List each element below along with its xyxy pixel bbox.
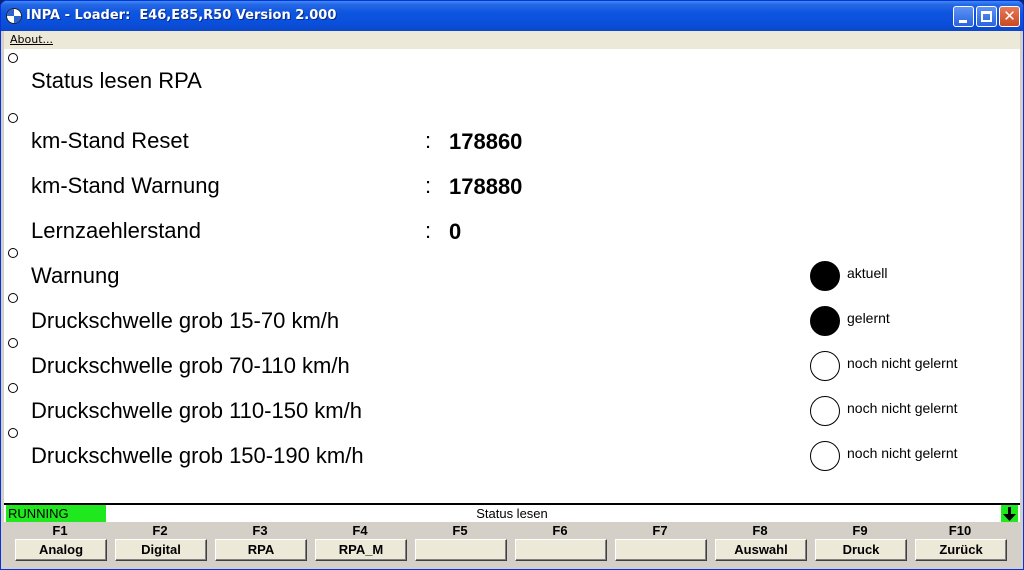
status-lamp-15-70	[810, 306, 840, 336]
fkey-label-f3: F3	[252, 523, 268, 538]
fkey-label-f4: F4	[352, 523, 368, 538]
window-title: INPA - Loader: E46,E85,R50 Version 2.000	[26, 8, 337, 23]
fkey-button-rpa-m[interactable]: RPA_M	[315, 539, 407, 561]
fkey-button-analog[interactable]: Analog	[15, 539, 107, 561]
main-content: Status lesen RPA km-Stand Reset : 178860…	[4, 49, 1020, 503]
indicator-status-70-110: noch nicht gelernt	[847, 355, 958, 371]
row-marker	[8, 53, 18, 63]
indicator-label-warnung: Warnung	[31, 263, 120, 288]
title-bar[interactable]: INPA - Loader: E46,E85,R50 Version 2.000…	[1, 1, 1023, 31]
status-lamp-110-150	[810, 396, 840, 426]
indicator-label-70-110: Druckschwelle grob 70-110 km/h	[31, 353, 350, 378]
fkey-label-f7: F7	[652, 523, 668, 538]
arrow-down-icon	[1003, 507, 1016, 521]
close-icon: ✕	[1003, 7, 1016, 25]
close-button[interactable]: ✕	[999, 6, 1020, 27]
fkey-button-f5[interactable]	[415, 539, 507, 561]
fkey-button-auswahl[interactable]: Auswahl	[715, 539, 807, 561]
function-key-bar: F1 Analog F2 Digital F3 RPA F4 RPA_M F5 …	[4, 522, 1020, 568]
menu-bar: About...	[4, 31, 1020, 49]
value-label-learn-counter: Lernzaehlerstand	[31, 218, 202, 243]
row-marker	[8, 113, 18, 123]
indicator-label-15-70: Druckschwelle grob 15-70 km/h	[31, 308, 340, 333]
fkey-button-zurueck[interactable]: Zurück	[915, 539, 1007, 561]
maximize-button[interactable]	[976, 6, 997, 27]
minimize-button[interactable]	[953, 6, 974, 27]
minimize-icon	[959, 20, 967, 23]
indicator-label-110-150: Druckschwelle grob 110-150 km/h	[31, 398, 362, 423]
value-label-km-reset: km-Stand Reset	[31, 128, 189, 153]
indicator-label-150-190: Druckschwelle grob 150-190 km/h	[31, 443, 364, 468]
maximize-icon	[981, 11, 992, 22]
inpa-window: INPA - Loader: E46,E85,R50 Version 2.000…	[0, 0, 1024, 570]
fkey-label-f1: F1	[52, 523, 68, 538]
fkey-label-f10: F10	[948, 523, 972, 538]
indicator-status-150-190: noch nicht gelernt	[847, 445, 958, 461]
scroll-down-button[interactable]	[1001, 505, 1018, 523]
colon-separator: :	[425, 128, 432, 153]
fkey-label-f6: F6	[552, 523, 568, 538]
fkey-button-digital[interactable]: Digital	[115, 539, 207, 561]
row-marker	[8, 338, 18, 348]
row-marker	[8, 428, 18, 438]
status-lamp-warnung	[810, 261, 840, 291]
fkey-label-f9: F9	[852, 523, 868, 538]
row-marker	[8, 383, 18, 393]
menu-about[interactable]: About...	[10, 33, 53, 46]
status-lamp-70-110	[810, 351, 840, 381]
fkey-button-f7[interactable]	[615, 539, 707, 561]
fkey-label-f8: F8	[752, 523, 768, 538]
status-text: Status lesen	[476, 506, 548, 521]
fkey-button-druck[interactable]: Druck	[815, 539, 907, 561]
fkey-button-f6[interactable]	[515, 539, 607, 561]
value-km-reset: 178860	[449, 129, 523, 154]
row-marker	[8, 293, 18, 303]
indicator-status-warnung: aktuell	[847, 265, 888, 281]
indicator-status-15-70: gelernt	[847, 310, 890, 326]
value-km-warning: 178880	[449, 174, 523, 199]
page-title: Status lesen RPA	[31, 68, 202, 93]
fkey-label-f5: F5	[452, 523, 468, 538]
indicator-status-110-150: noch nicht gelernt	[847, 400, 958, 416]
fkey-button-rpa[interactable]: RPA	[215, 539, 307, 561]
value-label-km-warning: km-Stand Warnung	[31, 173, 220, 198]
status-lamp-150-190	[810, 441, 840, 471]
bmw-logo-icon[interactable]	[6, 8, 22, 24]
fkey-label-f2: F2	[152, 523, 168, 538]
row-marker	[8, 248, 18, 258]
status-bar: RUNNING Status lesen	[4, 503, 1020, 523]
colon-separator: :	[425, 218, 432, 243]
value-learn-counter: 0	[449, 219, 462, 244]
colon-separator: :	[425, 173, 432, 198]
